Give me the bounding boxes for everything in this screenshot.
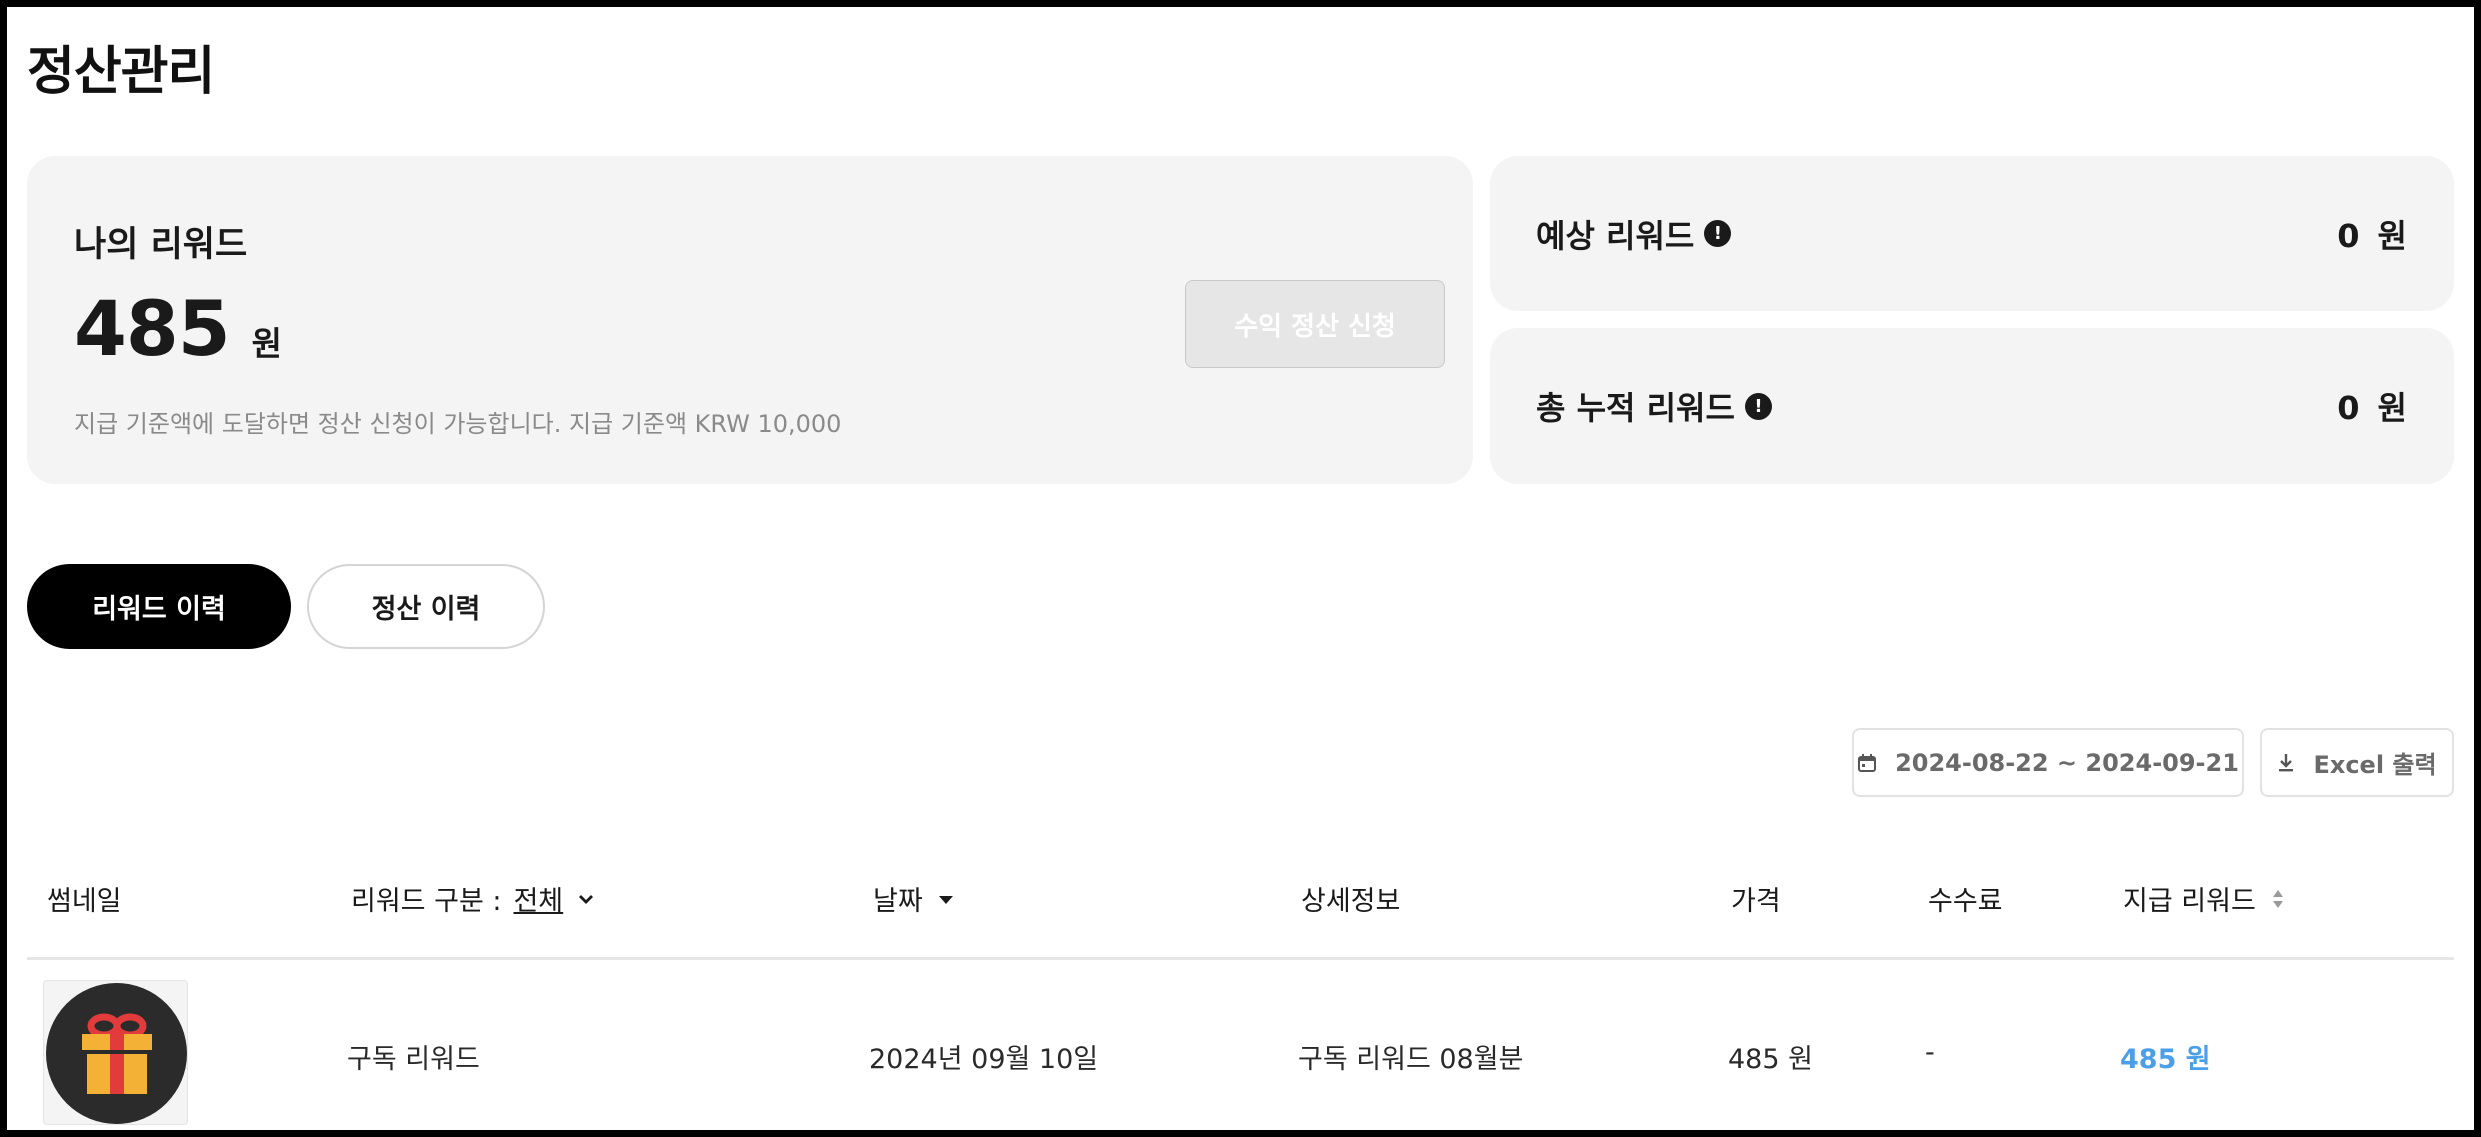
expected-reward-label: 예상 리워드 (1536, 216, 1695, 255)
expected-reward-unit: 원 (2377, 216, 2407, 255)
column-header-price-label: 가격 (1731, 886, 1781, 917)
total-reward-card: 총 누적 리워드 ! 0원 (1490, 328, 2454, 484)
chevron-down-icon[interactable] (577, 892, 595, 906)
total-reward-unit: 원 (2377, 389, 2407, 427)
column-header-detail-label: 상세정보 (1301, 886, 1401, 917)
my-reward-unit: 원 (251, 324, 283, 363)
sort-desc-icon[interactable] (937, 893, 955, 905)
column-header-fee: 수수료 (1928, 879, 2003, 918)
column-header-payout[interactable]: 지급 리워드 (2123, 879, 2286, 918)
row-fee: - (1925, 1037, 1935, 1068)
row-date: 2024년 09월 10일 (869, 1044, 1099, 1075)
my-reward-label: 나의 리워드 (74, 225, 248, 265)
column-header-type: 리워드 구분 : 전체 (351, 879, 595, 918)
expected-reward-value: 0 (2337, 216, 2360, 255)
total-reward-value-group: 0원 (2337, 383, 2407, 429)
my-reward-card: 나의 리워드 485 원 지급 기준액에 도달하면 정산 신청이 가능합니다. … (27, 156, 1473, 484)
date-range-picker[interactable]: 2024-08-22 ~ 2024-09-21 (1852, 728, 2244, 797)
type-filter-dropdown[interactable]: 전체 (513, 879, 563, 918)
excel-export-button[interactable]: Excel 출력 (2260, 728, 2454, 797)
total-reward-label: 총 누적 리워드 (1536, 389, 1735, 427)
column-header-date[interactable]: 날짜 (873, 879, 955, 918)
settlement-page: 정산관리 나의 리워드 485 원 지급 기준액에 도달하면 정산 신청이 가능… (7, 7, 2474, 1130)
tab-reward-history[interactable]: 리워드 이력 (27, 564, 291, 649)
column-header-price: 가격 (1731, 879, 1781, 918)
column-header-detail: 상세정보 (1301, 879, 1400, 918)
column-header-fee-label: 수수료 (1928, 886, 2003, 917)
calendar-icon (1857, 753, 1877, 773)
excel-export-label: Excel 출력 (2313, 751, 2437, 779)
my-reward-amount: 485 (74, 284, 231, 373)
column-header-thumbnail-label: 썸네일 (47, 886, 122, 917)
sort-toggle-icon[interactable] (2270, 886, 2286, 912)
expected-reward-value-group: 0원 (2337, 211, 2407, 257)
column-header-date-label: 날짜 (873, 886, 923, 917)
column-header-thumbnail: 썸네일 (47, 879, 122, 918)
gift-icon (46, 983, 187, 1124)
expected-reward-card: 예상 리워드 ! 0원 (1490, 156, 2454, 311)
row-payout: 485 원 (2120, 1044, 2211, 1075)
row-type: 구독 리워드 (347, 1044, 480, 1075)
column-header-type-label: 리워드 구분 : (351, 886, 502, 917)
table-header-divider (27, 957, 2454, 960)
my-reward-amount-row: 485 원 (74, 284, 282, 373)
page-title: 정산관리 (27, 42, 215, 102)
row-detail: 구독 리워드 08월분 (1298, 1044, 1524, 1075)
payout-threshold-note: 지급 기준액에 도달하면 정산 신청이 가능합니다. 지급 기준액 KRW 10… (74, 410, 842, 438)
settlement-request-button[interactable]: 수익 정산 신청 (1185, 280, 1445, 368)
info-icon[interactable]: ! (1704, 220, 1732, 247)
total-reward-value: 0 (2337, 389, 2360, 427)
date-range-text: 2024-08-22 ~ 2024-09-21 (1895, 748, 2239, 777)
column-header-payout-label: 지급 리워드 (2123, 886, 2256, 917)
tab-settlement-history[interactable]: 정산 이력 (307, 564, 545, 649)
info-icon[interactable]: ! (1744, 392, 1772, 420)
row-price: 485 원 (1728, 1044, 1813, 1075)
download-icon (2277, 753, 2295, 773)
row-thumbnail (43, 980, 188, 1125)
